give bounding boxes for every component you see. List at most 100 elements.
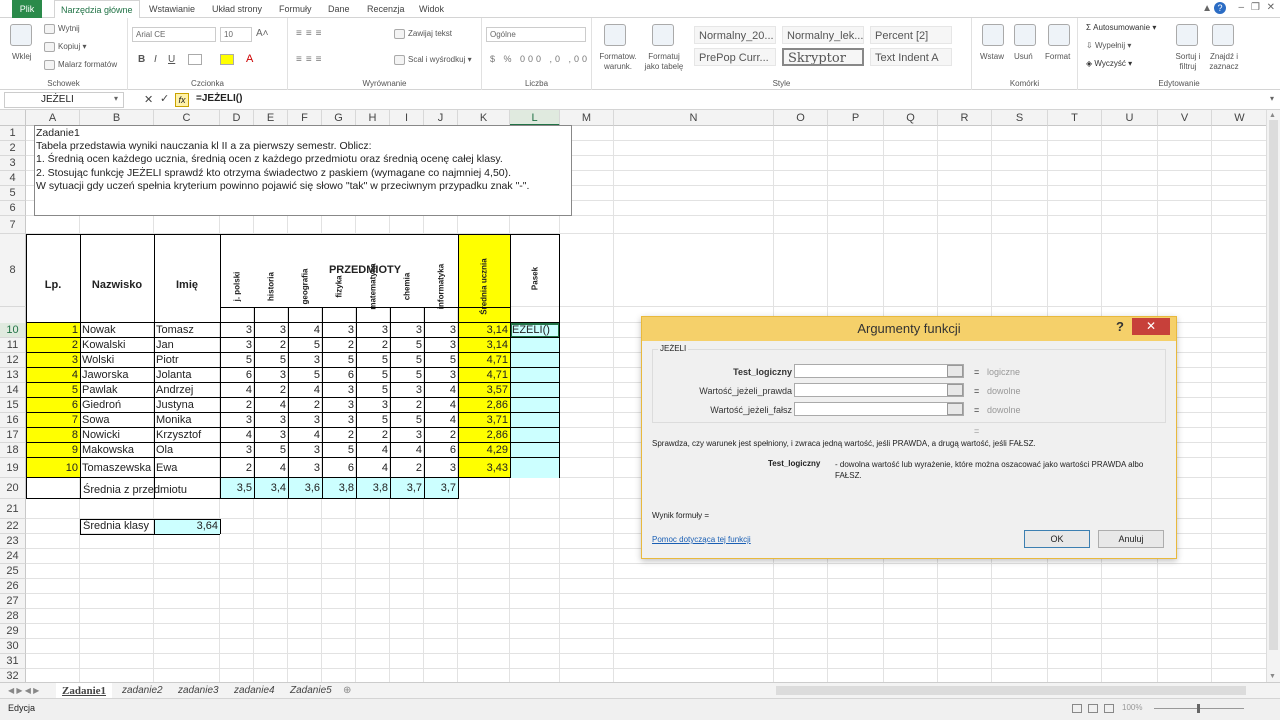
italic-button[interactable]: I	[154, 54, 157, 65]
cell-subject-average[interactable]: 3,8	[322, 478, 356, 499]
cell-nazwisko[interactable]: Pawlak	[80, 383, 154, 398]
cell-grade[interactable]: 4	[254, 398, 288, 413]
column-header-i[interactable]: I	[390, 110, 424, 126]
cell-grade[interactable]: 3	[254, 428, 288, 443]
cell-grade[interactable]: 3	[254, 323, 288, 338]
normal-view-icon[interactable]	[1072, 704, 1082, 713]
row-header-31[interactable]: 31	[0, 654, 26, 669]
cell-imie[interactable]: Monika	[154, 413, 220, 428]
cell-grade[interactable]: 4	[356, 458, 390, 478]
header-lp[interactable]: Lp.	[26, 234, 80, 323]
cell-lp[interactable]: 1	[26, 323, 80, 338]
row-header-11[interactable]: 11	[0, 338, 26, 353]
cell-grade[interactable]: 5	[390, 368, 424, 383]
column-header-b[interactable]: B	[80, 110, 154, 126]
cell-grade[interactable]: 4	[220, 383, 254, 398]
cell-lp[interactable]: 2	[26, 338, 80, 353]
row-header-22[interactable]: 22	[0, 519, 26, 534]
cell-grade[interactable]: 2	[288, 398, 322, 413]
style-percent-2[interactable]: Percent [2]	[870, 26, 952, 44]
column-header-v[interactable]: V	[1158, 110, 1212, 126]
cell-srednia[interactable]: 4,29	[458, 443, 510, 458]
conditional-format-button[interactable]: Formatow. warunk.	[596, 52, 640, 72]
copy-button[interactable]: Kopiuj ▾	[44, 42, 87, 52]
cell-lp[interactable]: 5	[26, 383, 80, 398]
row-header-24[interactable]: 24	[0, 549, 26, 564]
bold-button[interactable]: B	[138, 54, 145, 65]
arg1-input[interactable]	[794, 364, 964, 378]
cell-pasek[interactable]	[510, 398, 560, 413]
cell-grade[interactable]: 5	[220, 353, 254, 368]
cell-grade[interactable]: 2	[356, 338, 390, 353]
row-header-21[interactable]: 21	[0, 499, 26, 519]
tab-data[interactable]: Dane	[322, 0, 356, 18]
cell-imie[interactable]: Andrzej	[154, 383, 220, 398]
arg3-collapse-icon[interactable]	[947, 403, 963, 415]
column-header-w[interactable]: W	[1212, 110, 1266, 126]
column-header-a[interactable]: A	[26, 110, 80, 126]
cell-nazwisko[interactable]: Nowak	[80, 323, 154, 338]
row-header-19[interactable]: 19	[0, 458, 26, 478]
cell-grade[interactable]: 3	[424, 368, 458, 383]
cell-srednia[interactable]: 3,71	[458, 413, 510, 428]
row-header-5[interactable]: 5	[0, 186, 26, 201]
delete-cells-button[interactable]: Usuń	[1014, 52, 1033, 61]
cell-grade[interactable]: 4	[390, 443, 424, 458]
cell-grade[interactable]: 4	[424, 398, 458, 413]
cell-grade[interactable]: 3	[254, 368, 288, 383]
column-header-k[interactable]: K	[458, 110, 510, 126]
cell-grade[interactable]: 3	[390, 383, 424, 398]
class-average-value[interactable]: 3,64	[154, 519, 220, 534]
font-name-select[interactable]: Arial CE	[132, 27, 216, 42]
column-header-u[interactable]: U	[1102, 110, 1158, 126]
cell-pasek[interactable]	[510, 383, 560, 398]
cell-nazwisko[interactable]: Giedroń	[80, 398, 154, 413]
cell-grade[interactable]: 3	[322, 398, 356, 413]
column-header-r[interactable]: R	[938, 110, 992, 126]
cell-pasek[interactable]	[510, 413, 560, 428]
cell-grade[interactable]: 4	[288, 428, 322, 443]
cell-imie[interactable]: Piotr	[154, 353, 220, 368]
format-painter-button[interactable]: Malarz formatów	[44, 60, 117, 70]
row-header-15[interactable]: 15	[0, 398, 26, 413]
cell-grade[interactable]: 2	[254, 338, 288, 353]
cell-grade[interactable]: 2	[390, 398, 424, 413]
name-box-dropdown-icon[interactable]: ▾	[114, 94, 118, 103]
cell-grade[interactable]: 3	[220, 413, 254, 428]
function-help-link[interactable]: Pomoc dotycząca tej funkcji	[652, 535, 751, 544]
enter-formula-icon[interactable]: ✓	[160, 92, 169, 105]
cell-srednia[interactable]: 4,71	[458, 353, 510, 368]
sort-filter-button[interactable]: Sortuj i filtruj	[1170, 52, 1206, 72]
scroll-down-icon[interactable]: ▼	[1269, 673, 1276, 680]
row-header-7[interactable]: 7	[0, 216, 26, 234]
sheet-tab-zadanie5[interactable]: Zadanie5	[290, 683, 332, 699]
cell-subject-average[interactable]: 3,7	[390, 478, 424, 499]
cell-grade[interactable]: 2	[322, 338, 356, 353]
cell-pasek[interactable]	[510, 458, 560, 478]
cell-grade[interactable]: 3	[254, 413, 288, 428]
row-header-29[interactable]: 29	[0, 624, 26, 639]
cell-nazwisko[interactable]: Nowicki	[80, 428, 154, 443]
dialog-close-button[interactable]: ✕	[1132, 318, 1170, 335]
cell-grade[interactable]: 5	[390, 413, 424, 428]
column-header-l[interactable]: L	[510, 110, 560, 126]
arg2-input[interactable]	[794, 383, 964, 397]
header-imie[interactable]: Imię	[154, 234, 220, 323]
subject-average-label[interactable]: Średnia z przedmiotu	[80, 478, 220, 499]
sheet-tab-zadanie2[interactable]: zadanie2	[122, 683, 163, 699]
cell-subject-average[interactable]: 3,5	[220, 478, 254, 499]
cell-grade[interactable]: 6	[424, 443, 458, 458]
cell-grade[interactable]: 4	[424, 413, 458, 428]
tab-review[interactable]: Recenzja	[361, 0, 411, 18]
cell-grade[interactable]: 4	[254, 458, 288, 478]
cell-imie[interactable]: Ewa	[154, 458, 220, 478]
cell-grade[interactable]: 5	[356, 383, 390, 398]
scroll-up-icon[interactable]: ▲	[1269, 112, 1276, 119]
format-cells-button[interactable]: Format	[1045, 52, 1070, 61]
row-header-14[interactable]: 14	[0, 383, 26, 398]
cell-grade[interactable]: 5	[356, 353, 390, 368]
style-skryptor[interactable]: Skryptor	[782, 48, 864, 66]
sheet-tab-zadanie3[interactable]: zadanie3	[178, 683, 219, 699]
cell-grade[interactable]: 5	[322, 443, 356, 458]
cell-grade[interactable]: 3	[220, 443, 254, 458]
